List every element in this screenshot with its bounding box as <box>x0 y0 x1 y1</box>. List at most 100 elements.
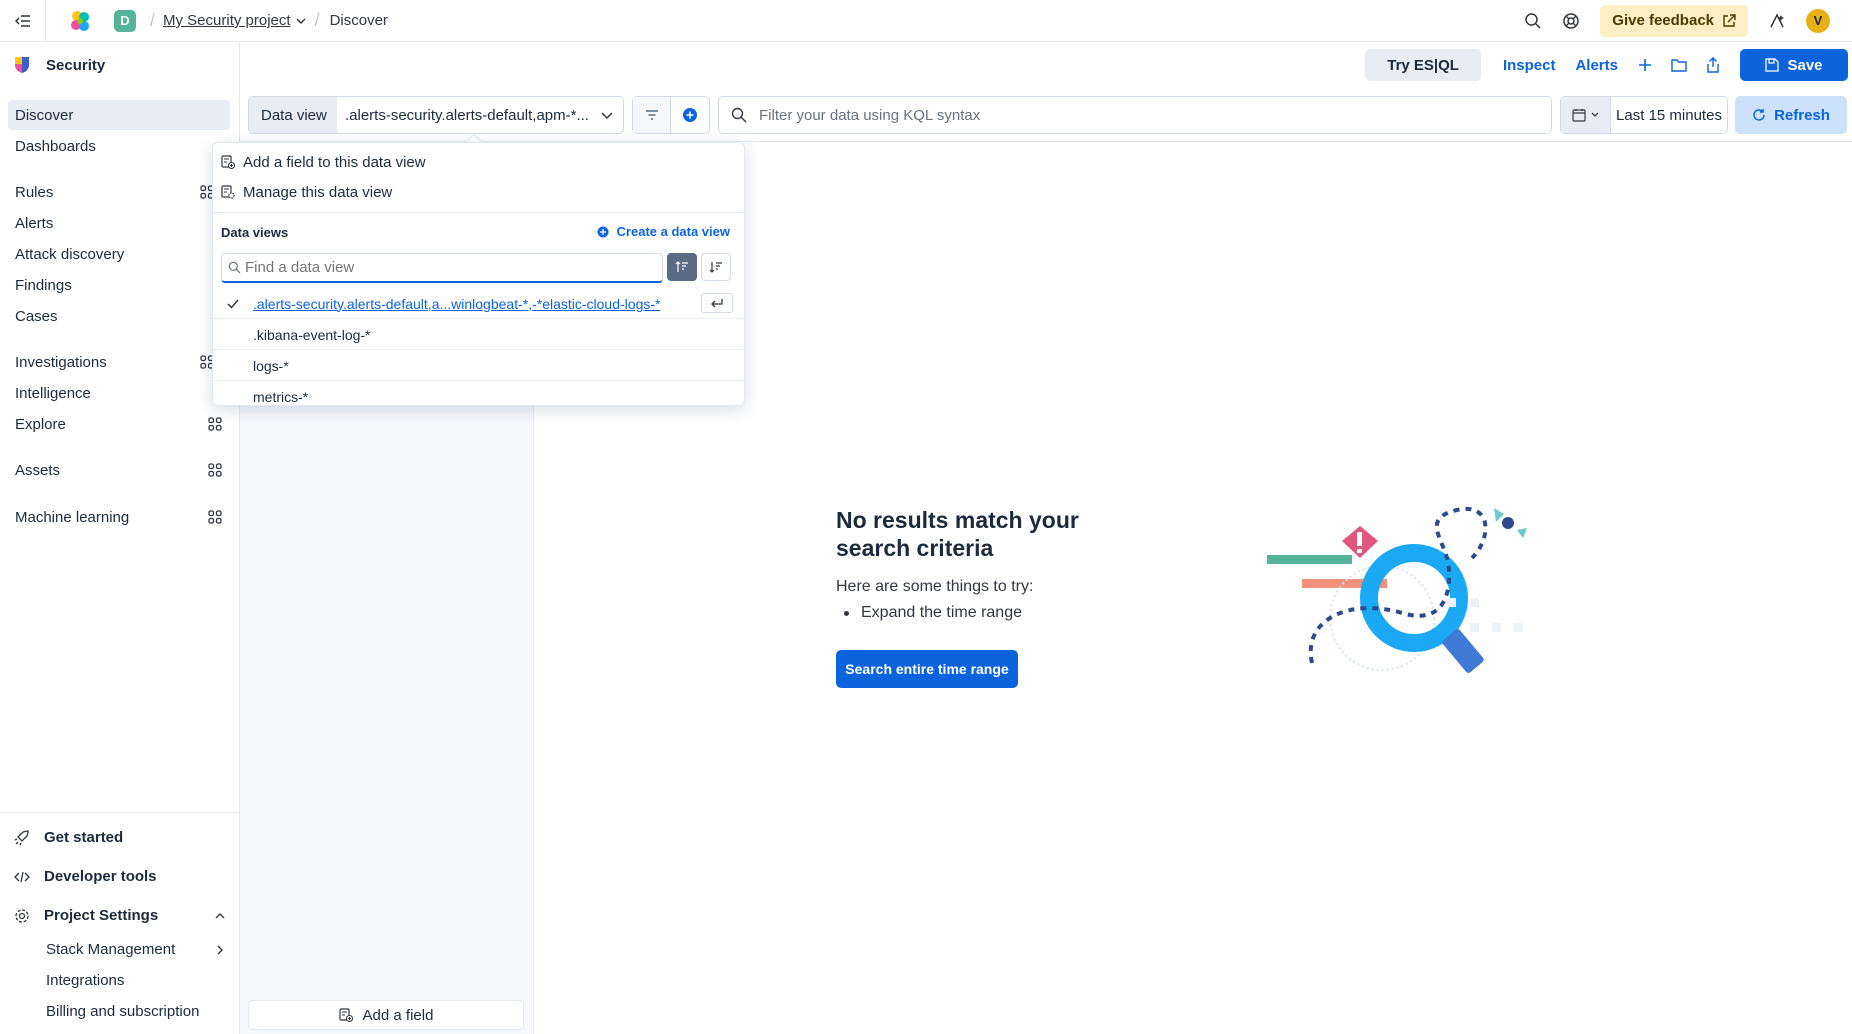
sidebar-header[interactable]: Security <box>0 42 239 88</box>
sidebar-item-dashboards[interactable]: Dashboards <box>8 131 230 161</box>
folder-icon <box>1671 58 1687 72</box>
kql-search-input[interactable]: Filter your data using KQL syntax <box>718 96 1552 134</box>
breadcrumb-project[interactable]: My Security project <box>163 12 291 29</box>
chevron-right-icon <box>214 944 226 956</box>
share-icon <box>1706 57 1720 73</box>
sidebar-item-label: Discover <box>15 106 74 124</box>
sort-ascending-button[interactable] <box>667 253 697 281</box>
stack-management-link[interactable]: Stack Management <box>46 941 226 958</box>
sort-descending-button[interactable] <box>701 253 731 281</box>
help-button[interactable] <box>1552 0 1590 42</box>
add-field-to-data-view-label: Add a field to this data view <box>243 153 426 171</box>
elastic-logo-icon[interactable] <box>68 9 92 33</box>
data-view-option[interactable]: .alerts-security.alerts-default,a...winl… <box>213 289 746 319</box>
data-view-picker[interactable]: Data view .alerts-security.alerts-defaul… <box>248 96 624 134</box>
sidebar-item-findings[interactable]: Findings <box>8 270 230 300</box>
collapse-nav-button[interactable] <box>0 0 46 42</box>
integrations-link[interactable]: Integrations <box>46 972 124 989</box>
code-icon <box>14 869 30 885</box>
filter-menu-button[interactable] <box>633 97 672 133</box>
data-view-option[interactable]: .kibana-event-log-* <box>213 320 746 350</box>
gear-icon <box>14 908 30 924</box>
get-started-link[interactable]: Get started <box>14 829 123 846</box>
sidebar-item-explore[interactable]: Explore <box>8 409 230 439</box>
search-entire-time-range-button[interactable]: Search entire time range <box>836 650 1018 688</box>
plus-circle-icon <box>597 226 609 238</box>
sidebar-item-label: Alerts <box>15 214 54 232</box>
sidebar-item-label: Machine learning <box>15 508 130 526</box>
create-data-view-button[interactable]: Create a data view <box>597 224 730 239</box>
search-icon <box>1524 12 1542 30</box>
data-view-option-label: logs-* <box>253 357 289 374</box>
data-view-label: Data view <box>249 97 337 133</box>
add-filter-button[interactable] <box>671 97 709 133</box>
time-range-button[interactable]: Last 15 minutes <box>1611 97 1727 133</box>
sidebar-item-rules[interactable]: Rules <box>8 177 230 207</box>
try-esql-button[interactable]: Try ES|QL <box>1365 49 1481 81</box>
give-feedback-button[interactable]: Give feedback <box>1600 4 1748 37</box>
security-logo-icon <box>14 56 30 74</box>
share-button[interactable] <box>1696 49 1730 81</box>
sidebar-item-cases[interactable]: Cases <box>8 301 230 331</box>
apps-grid-icon[interactable] <box>208 417 222 431</box>
apps-grid-icon[interactable] <box>208 510 222 524</box>
check-icon <box>213 299 253 309</box>
stack-management-label: Stack Management <box>46 941 176 958</box>
chevron-down-icon <box>600 108 614 122</box>
refresh-button[interactable]: Refresh <box>1735 96 1847 134</box>
filter-icon <box>645 109 659 121</box>
data-views-section-title: Data views <box>221 225 289 240</box>
date-picker: Last 15 minutes <box>1560 96 1728 134</box>
sidebar-item-assets[interactable]: Assets <box>8 455 230 485</box>
developer-tools-link[interactable]: Developer tools <box>14 868 157 885</box>
calendar-icon <box>1571 108 1586 122</box>
add-field-to-data-view-item[interactable]: Add a field to this data view <box>221 147 426 177</box>
alerts-button[interactable]: Alerts <box>1565 57 1628 74</box>
global-search-button[interactable] <box>1514 0 1552 42</box>
add-field-label: Add a field <box>362 1006 434 1024</box>
add-field-icon <box>221 155 235 169</box>
search-icon <box>228 261 241 274</box>
project-settings-toggle[interactable]: Project Settings <box>14 907 226 924</box>
filter-buttons <box>632 96 710 134</box>
data-view-value: .alerts-security.alerts-default,apm-*... <box>345 106 589 124</box>
inspect-button[interactable]: Inspect <box>1493 57 1566 74</box>
billing-link[interactable]: Billing and subscription <box>46 1003 199 1020</box>
sidebar-item-investigations[interactable]: Investigations <box>8 347 230 377</box>
sidebar-item-attack-discovery[interactable]: Attack discovery <box>8 239 230 269</box>
data-view-option-label: metrics-* <box>253 389 309 405</box>
open-search-button[interactable] <box>1662 49 1696 81</box>
sidebar-item-label: Dashboards <box>15 137 96 155</box>
add-field-icon <box>338 1008 353 1022</box>
data-view-search-input[interactable] <box>245 259 645 276</box>
save-button[interactable]: Save <box>1740 49 1848 81</box>
quick-select-button[interactable] <box>1561 97 1611 133</box>
new-search-button[interactable] <box>1628 49 1662 81</box>
data-view-option[interactable]: metrics-* <box>213 382 746 412</box>
chevron-down-icon[interactable] <box>295 15 307 27</box>
ai-assistant-icon <box>1768 12 1786 30</box>
manage-data-view-item[interactable]: Manage this data view <box>221 177 392 207</box>
data-view-search-field[interactable] <box>221 253 663 283</box>
sidebar-item-alerts[interactable]: Alerts <box>8 208 230 238</box>
sidebar-item-label: Assets <box>15 461 61 479</box>
data-view-option[interactable]: logs-* <box>213 351 746 381</box>
data-view-popover: Add a field to this data view Manage thi… <box>212 142 746 406</box>
data-view-chevron[interactable] <box>591 97 623 133</box>
help-lifebuoy-icon <box>1562 12 1580 30</box>
header-right-actions: Give feedback V <box>1514 0 1852 42</box>
sidebar-item-discover[interactable]: Discover <box>8 100 230 130</box>
add-field-button[interactable]: Add a field <box>248 1000 524 1030</box>
sidebar-footer: Get started Developer tools Project Sett… <box>0 812 240 1020</box>
sidebar-item-machine-learning[interactable]: Machine learning <box>8 502 230 532</box>
apps-grid-icon[interactable] <box>208 463 222 477</box>
user-avatar[interactable]: V <box>1806 8 1830 33</box>
sidebar-item-label: Intelligence <box>15 384 91 402</box>
ai-assistant-button[interactable] <box>1758 0 1796 42</box>
get-started-label: Get started <box>44 829 124 846</box>
space-avatar[interactable]: D <box>114 9 136 32</box>
sidebar-item-intelligence[interactable]: Intelligence <box>8 378 230 408</box>
plus-icon <box>1638 58 1652 72</box>
project-settings-label: Project Settings <box>44 907 159 924</box>
suggestion-text: Expand the time range <box>861 604 1022 621</box>
